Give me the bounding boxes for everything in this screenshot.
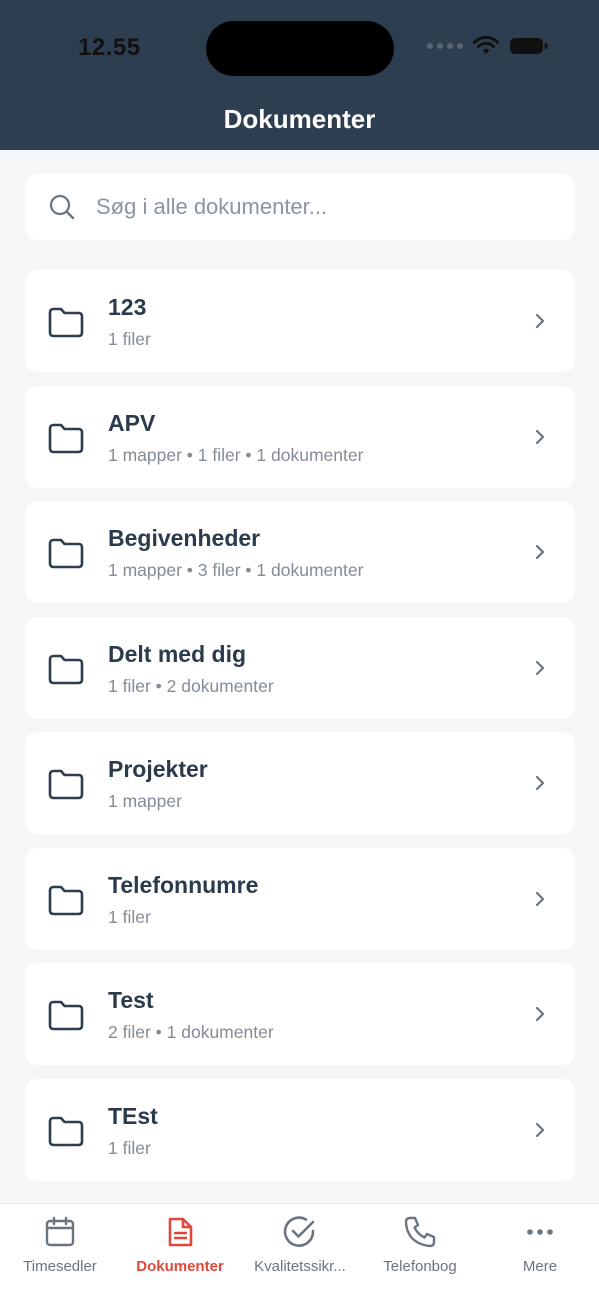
header: 12.55 Dokumenter — [0, 0, 599, 150]
folder-name: 123 — [108, 294, 147, 320]
folder-icon — [47, 998, 85, 1032]
battery-icon — [510, 38, 548, 54]
folder-name: Projekter — [108, 756, 208, 782]
folder-row[interactable]: Test 2 filer • 1 dokumenter — [25, 963, 575, 1065]
folder-row[interactable]: 123 1 filer — [25, 270, 575, 372]
tab-label: Dokumenter — [136, 1258, 224, 1275]
folder-meta: 1 filer — [108, 906, 151, 927]
folder-list: 123 1 filer APV 1 mapper • 1 filer • 1 doku… — [25, 270, 575, 1194]
chevron-right-icon — [533, 658, 547, 678]
tab-bar: Timesedler Dokumenter Kvalitetssikr... Tele… — [0, 1203, 599, 1300]
document-icon — [162, 1214, 198, 1250]
wifi-icon — [473, 36, 499, 54]
folder-row[interactable]: APV 1 mapper • 1 filer • 1 dokumenter — [25, 385, 575, 488]
chevron-right-icon — [533, 427, 547, 447]
folder-name: Begivenheder — [108, 525, 261, 551]
folder-icon — [47, 305, 85, 339]
folder-icon — [47, 883, 85, 917]
search-input[interactable] — [96, 194, 536, 220]
folder-row[interactable]: Delt med dig 1 filer • 2 dokumenter — [25, 616, 575, 719]
folder-icon — [47, 767, 85, 801]
folder-row[interactable]: Begivenheder 1 mapper • 3 filer • 1 dokum… — [25, 501, 575, 603]
tab-check-circle[interactable]: Kvalitetssikr... — [240, 1214, 360, 1284]
folder-meta: 1 filer • 2 dokumenter — [108, 675, 274, 696]
folder-row[interactable]: TEst 1 filer — [25, 1078, 575, 1181]
status-icons — [427, 36, 549, 56]
tab-label: Timesedler — [23, 1258, 97, 1275]
folder-icon — [47, 652, 85, 686]
page-title: Dokumenter — [223, 104, 376, 134]
tab-more[interactable]: Mere — [480, 1214, 599, 1284]
folder-name: APV — [108, 409, 156, 436]
app-root: 12.55 Dokumenter 1231 filerAPV1 mapper • — [0, 0, 599, 1300]
folder-name: TEst — [108, 1102, 158, 1129]
folder-row[interactable]: Telefonnumre 1 filer — [25, 847, 575, 950]
calendar-icon — [42, 1214, 78, 1250]
folder-meta: 1 mapper • 3 filer • 1 dokumenter — [108, 560, 364, 580]
status-time: 12.55 — [78, 34, 141, 61]
tab-label: Telefonbog — [383, 1258, 457, 1275]
phone-icon — [402, 1214, 438, 1250]
chevron-right-icon — [533, 889, 547, 909]
folder-icon — [47, 421, 85, 455]
chevron-right-icon — [533, 773, 547, 793]
folder-meta: 1 mapper — [108, 791, 182, 811]
folder-row[interactable]: Projekter 1 mapper — [25, 732, 575, 834]
chevron-right-icon — [533, 542, 547, 562]
more-icon — [522, 1214, 558, 1250]
folder-name: Test — [108, 987, 154, 1013]
folder-meta: 2 filer • 1 dokumenter — [108, 1022, 274, 1042]
folder-name: Delt med dig — [108, 640, 247, 667]
tab-label: Kvalitetssikr... — [254, 1258, 346, 1275]
folder-meta: 1 filer — [108, 329, 151, 349]
check-circle-icon — [282, 1214, 318, 1250]
tab-document[interactable]: Dokumenter — [120, 1214, 240, 1284]
chevron-right-icon — [533, 1004, 547, 1024]
search-icon — [48, 193, 76, 221]
search-bar[interactable] — [25, 174, 575, 240]
chevron-right-icon — [533, 1120, 547, 1140]
tab-calendar[interactable]: Timesedler — [0, 1214, 120, 1284]
folder-name: Telefonnumre — [108, 871, 259, 898]
tab-label: Mere — [522, 1258, 558, 1275]
signal-icon — [427, 43, 463, 49]
folder-meta: 1 mapper • 1 filer • 1 dokumenter — [108, 444, 364, 465]
chevron-right-icon — [533, 311, 547, 331]
folder-icon — [47, 536, 85, 570]
tab-phone[interactable]: Telefonbog — [360, 1214, 480, 1284]
dynamic-island — [206, 21, 394, 76]
folder-meta: 1 filer — [108, 1137, 151, 1158]
folder-icon — [47, 1114, 85, 1148]
